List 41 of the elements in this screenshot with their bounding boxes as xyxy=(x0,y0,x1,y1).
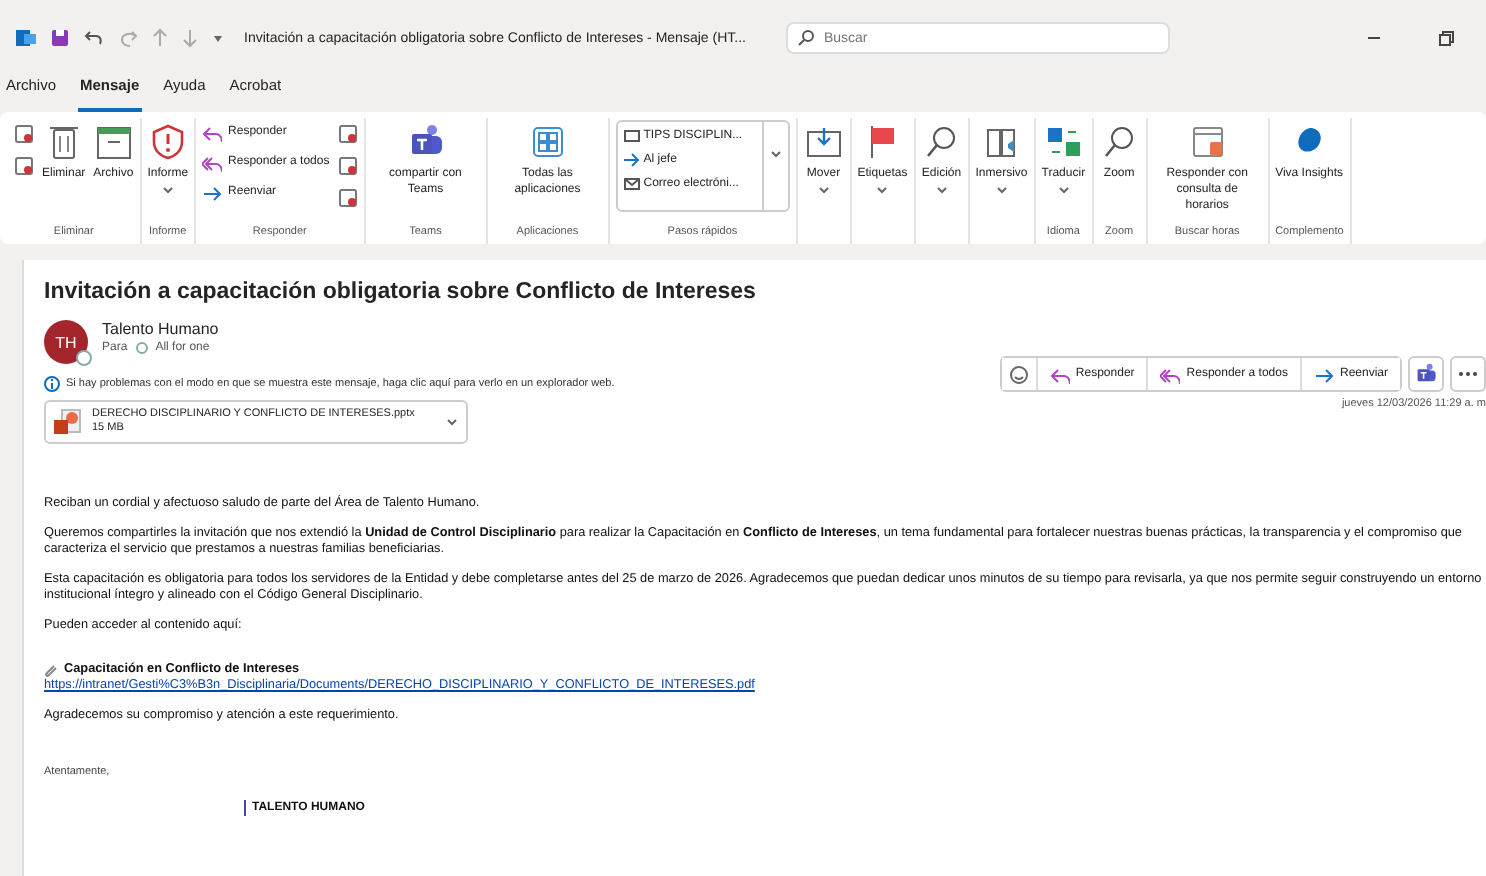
reply-arrow-icon xyxy=(202,122,223,142)
sender-name: Talento Humano xyxy=(102,320,219,338)
caret-icon[interactable] xyxy=(876,186,889,194)
teams-button[interactable] xyxy=(1408,356,1444,392)
attachment-caret-icon[interactable] xyxy=(446,418,458,426)
slides-file-icon xyxy=(54,408,82,436)
info-icon xyxy=(44,376,60,392)
caret-icon[interactable] xyxy=(161,186,174,194)
reply-all-arrow-icon xyxy=(1160,364,1181,384)
more-button[interactable] xyxy=(1450,356,1486,392)
apps-grid-icon xyxy=(527,122,568,162)
undo-icon[interactable] xyxy=(84,28,104,48)
caret-icon[interactable] xyxy=(817,186,830,194)
calendar-person-icon xyxy=(1187,122,1228,162)
mail-app-icon[interactable] xyxy=(16,28,36,48)
forward-arrow-icon xyxy=(202,182,223,202)
smiley-icon xyxy=(1009,365,1028,383)
reply-arrow-icon xyxy=(1049,364,1070,384)
teams-icon xyxy=(1414,362,1438,386)
forward-arrow-icon xyxy=(1313,364,1334,384)
message-subject: Invitación a capacitación obligatoria sobre Conflicto de Intereses xyxy=(44,280,758,304)
archive-box-icon xyxy=(93,122,134,162)
customize-caret-icon[interactable] xyxy=(212,32,224,44)
save-icon[interactable] xyxy=(50,28,70,48)
paperclip-icon xyxy=(44,663,58,677)
search-icon xyxy=(797,30,814,46)
gallery-caret-icon[interactable] xyxy=(769,150,782,158)
avatar: TH xyxy=(44,320,88,364)
recipient-circle-icon xyxy=(135,342,148,354)
shield-warning-icon xyxy=(147,122,188,162)
arrow-icon xyxy=(623,152,640,168)
mail-icon xyxy=(623,128,640,144)
presence-icon xyxy=(76,350,92,366)
caret-icon[interactable] xyxy=(935,186,948,194)
folder-arrow-icon xyxy=(803,122,844,162)
caret-icon[interactable] xyxy=(995,186,1008,194)
envelope-icon xyxy=(623,176,640,192)
translate-icon xyxy=(1043,122,1084,162)
reply-all-arrow-icon xyxy=(202,152,223,172)
restore-icon[interactable] xyxy=(1438,30,1454,46)
caret-icon[interactable] xyxy=(1057,186,1070,194)
